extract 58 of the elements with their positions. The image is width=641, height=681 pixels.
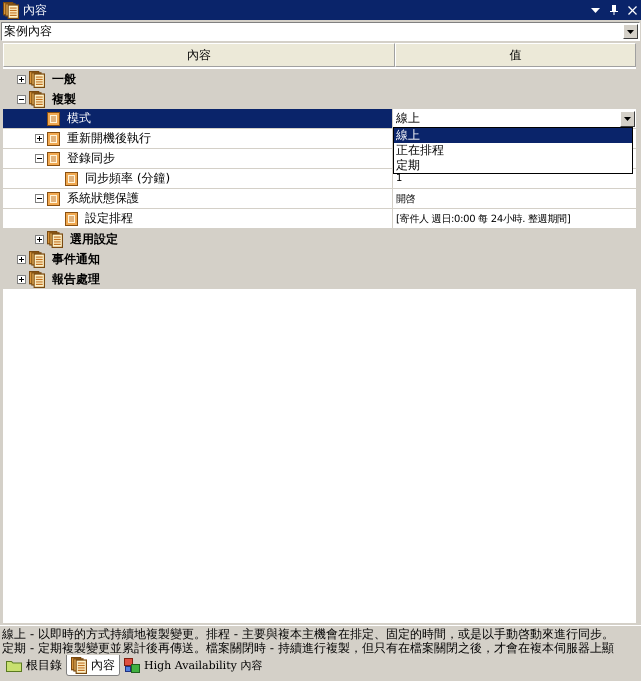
property-value: [寄件人 週日:0:00 每 24小時. 整週期間] — [396, 212, 570, 226]
close-icon[interactable] — [628, 6, 637, 14]
property-value: 1 — [396, 173, 402, 184]
expand-icon[interactable] — [17, 254, 26, 264]
property-name: 同步頻率 (分鐘) — [84, 170, 170, 187]
column-header[interactable]: 內容 — [3, 43, 395, 67]
grid-row[interactable]: 事件通知 — [3, 249, 636, 269]
grid-row[interactable]: 報告處理 — [3, 269, 636, 289]
pages-icon — [3, 2, 19, 18]
description-text: 定期 - 定期複製變更並累計後再傳送。檔案關閉時 - 持續進行複製，但只有在檔案關閉之後，才會在複本伺服器上顯 — [2, 641, 615, 655]
pages-icon — [29, 90, 45, 108]
pages-icon — [71, 656, 87, 674]
menu-caret-icon[interactable] — [591, 8, 600, 12]
category-label: 事件通知 — [51, 250, 100, 268]
category-label: 選用設定 — [69, 230, 118, 248]
pages-icon — [29, 250, 45, 268]
column-header[interactable]: 值 — [395, 43, 636, 67]
dropdown-button[interactable] — [620, 110, 635, 126]
grid-row[interactable]: 複製 — [3, 89, 636, 109]
network-icon — [124, 658, 140, 673]
expand-icon[interactable] — [35, 234, 44, 244]
grid-row[interactable]: 一般 — [3, 69, 636, 89]
property-name: 設定排程 — [84, 210, 133, 227]
folder-icon — [6, 659, 22, 672]
dropdown-button[interactable] — [623, 24, 638, 39]
description-text: 線上 - 以即時的方式持續地複製變更。排程 - 主要與複本主機會在排定、固定的時間，或是以手動啓動來進行同步。 — [2, 627, 615, 641]
list-icon — [47, 152, 60, 166]
pin-icon[interactable] — [610, 5, 618, 15]
collapse-icon[interactable] — [17, 94, 26, 104]
list-icon — [65, 172, 78, 186]
pages-icon — [47, 230, 63, 248]
category-label: 報告處理 — [51, 270, 100, 288]
tab[interactable]: 內容 — [66, 655, 120, 676]
caret-icon — [624, 116, 631, 120]
grid-row[interactable]: 選用設定 — [3, 229, 636, 249]
property-name: 重新開機後執行 — [66, 130, 151, 147]
property-value: 開啓 — [396, 192, 416, 206]
list-icon — [47, 132, 60, 146]
property-name: 模式 — [66, 110, 91, 127]
expand-icon[interactable] — [35, 134, 44, 143]
value-dropdown[interactable]: 線上 — [396, 110, 620, 127]
dropdown-option[interactable]: 線上 — [394, 128, 632, 143]
list-icon — [47, 112, 60, 126]
pages-icon — [29, 270, 45, 288]
pages-icon — [29, 70, 45, 88]
category-label: 一般 — [51, 70, 76, 88]
category-label: 複製 — [51, 90, 76, 108]
collapse-icon[interactable] — [35, 194, 44, 203]
list-icon — [65, 212, 78, 226]
grid-row[interactable]: 系統狀態保護 開啓 — [3, 189, 636, 209]
expand-icon[interactable] — [17, 74, 26, 84]
caret-icon — [627, 30, 634, 34]
collapse-icon[interactable] — [35, 154, 44, 163]
property-name: 登錄同步 — [66, 150, 115, 167]
expand-icon[interactable] — [17, 274, 26, 284]
property-name: 系統狀態保護 — [66, 190, 139, 207]
window-title: 內容 — [23, 2, 48, 18]
list-icon — [47, 192, 60, 206]
